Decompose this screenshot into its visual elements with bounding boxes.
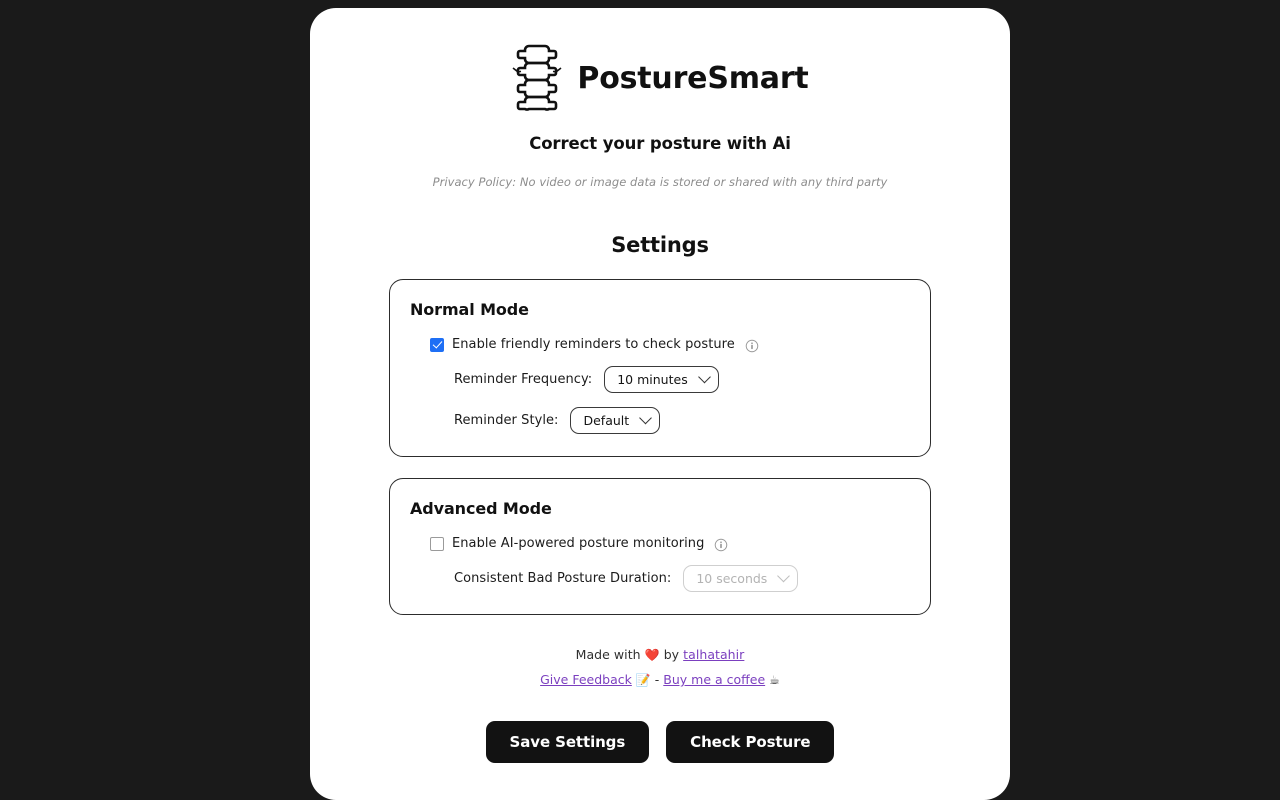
bad-posture-duration-label: Consistent Bad Posture Duration: [454, 571, 672, 586]
save-settings-button[interactable]: Save Settings [485, 721, 650, 763]
link-separator: - [654, 672, 660, 687]
buy-coffee-link[interactable]: Buy me a coffee [663, 672, 765, 687]
reminder-style-row: Reminder Style: Default [410, 407, 910, 434]
brand-header: PostureSmart [511, 42, 809, 114]
advanced-mode-title: Advanced Mode [410, 499, 552, 518]
advanced-mode-enable-row: Enable AI-powered posture monitoring [410, 536, 910, 551]
footer-links: Give Feedback 📝 - Buy me a coffee ☕ [540, 672, 780, 687]
reminder-frequency-value: 10 minutes [617, 372, 688, 387]
enable-reminders-checkbox[interactable] [430, 337, 444, 352]
reminder-frequency-select[interactable]: 10 minutes [604, 366, 719, 393]
app-window: PostureSmart Correct your posture with A… [310, 8, 1010, 800]
info-circle-icon[interactable] [745, 338, 759, 352]
reminder-style-value: Default [583, 413, 630, 428]
made-with-line: Made with ❤️ by talhatahir [576, 647, 745, 662]
heart-icon: ❤️ [644, 648, 660, 662]
bad-posture-duration-row: Consistent Bad Posture Duration: 10 seco… [410, 565, 910, 592]
info-circle-icon[interactable] [714, 537, 728, 551]
normal-mode-card: Normal Mode Enable friendly reminders to… [389, 279, 931, 457]
check-posture-button[interactable]: Check Posture [666, 721, 835, 763]
reminder-frequency-row: Reminder Frequency: 10 minutes [410, 366, 910, 393]
chevron-down-icon [697, 370, 711, 384]
enable-ai-monitoring-label: Enable AI-powered posture monitoring [452, 536, 705, 551]
author-link[interactable]: talhatahir [683, 647, 744, 662]
settings-title: Settings [611, 233, 709, 257]
reminder-frequency-label: Reminder Frequency: [454, 372, 593, 387]
privacy-note: Privacy Policy: No video or image data i… [432, 175, 888, 189]
advanced-mode-card: Advanced Mode Enable AI-powered posture … [389, 478, 931, 615]
made-prefix: Made with [575, 647, 641, 662]
normal-mode-enable-row: Enable friendly reminders to check postu… [410, 337, 910, 352]
brand-name: PostureSmart [577, 60, 809, 96]
enable-reminders-label: Enable friendly reminders to check postu… [452, 337, 735, 352]
memo-icon: 📝 [635, 673, 651, 687]
spine-icon [511, 42, 563, 114]
coffee-icon: ☕ [769, 673, 780, 687]
made-by: by [663, 647, 680, 662]
normal-mode-title: Normal Mode [410, 300, 529, 319]
tagline: Correct your posture with Ai [529, 134, 791, 153]
give-feedback-link[interactable]: Give Feedback [540, 672, 632, 687]
bad-posture-duration-value: 10 seconds [696, 571, 768, 586]
enable-ai-monitoring-checkbox[interactable] [430, 536, 444, 551]
bad-posture-duration-select: 10 seconds [683, 565, 799, 592]
chevron-down-icon [777, 569, 791, 583]
reminder-style-label: Reminder Style: [454, 413, 559, 428]
chevron-down-icon [639, 411, 653, 425]
reminder-style-select[interactable]: Default [570, 407, 661, 434]
action-buttons: Save Settings Check Posture [485, 721, 835, 763]
